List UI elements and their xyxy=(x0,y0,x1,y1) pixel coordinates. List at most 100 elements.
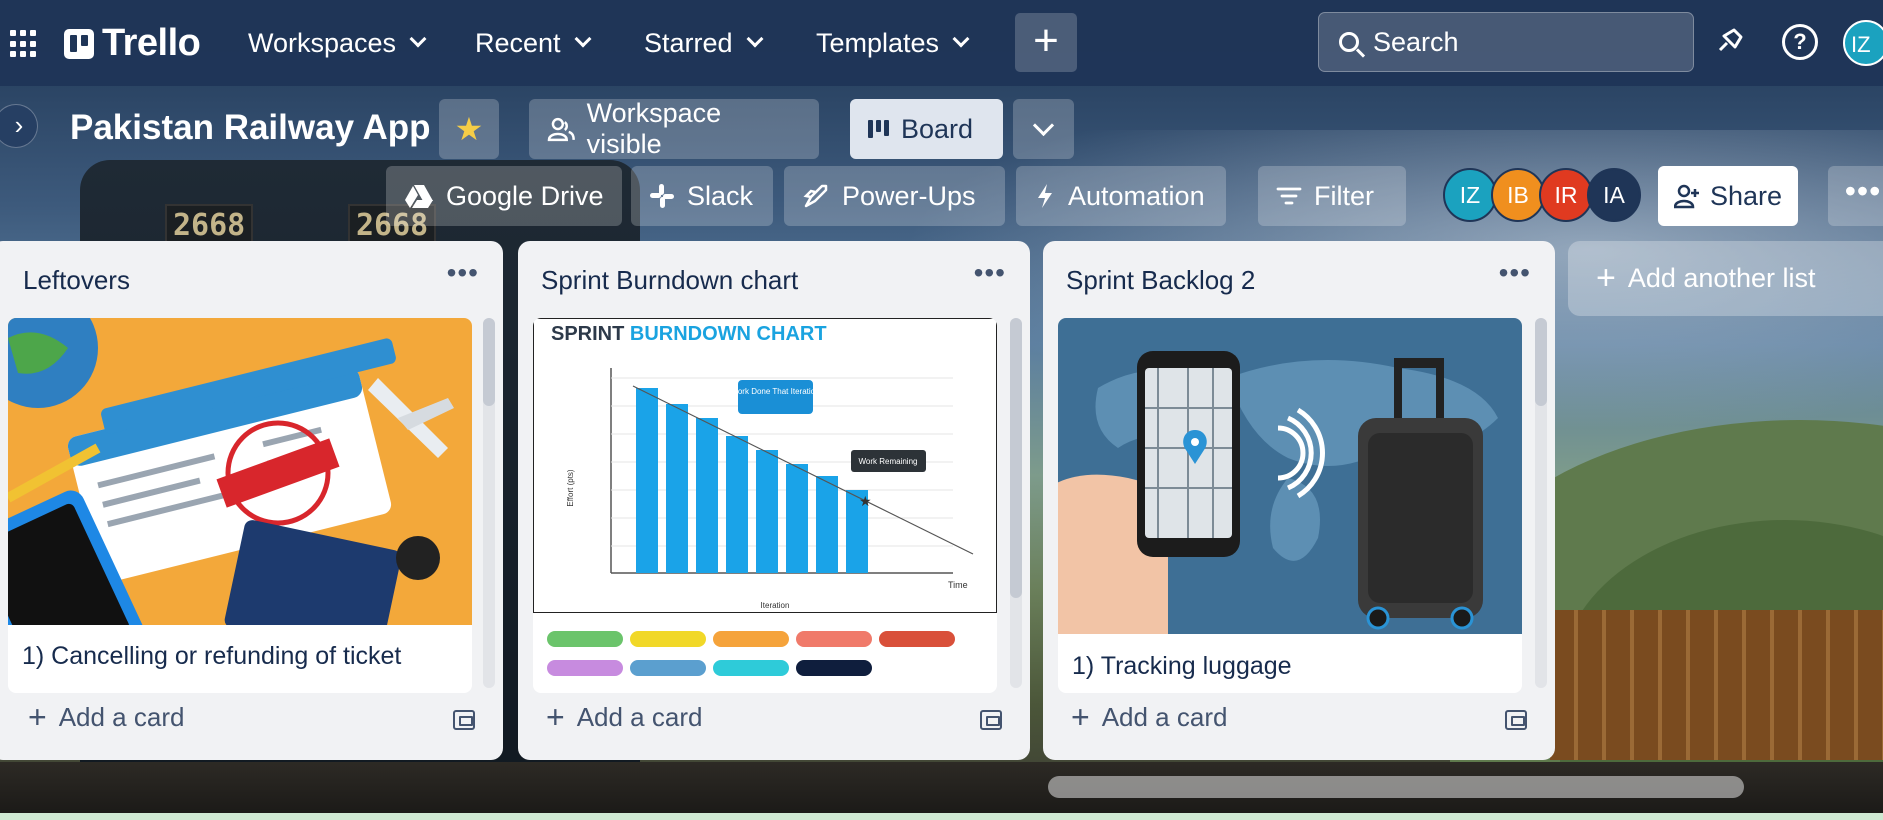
slack-label: Slack xyxy=(687,180,754,211)
automation-button[interactable]: Automation xyxy=(1016,166,1226,226)
trello-logo[interactable]: Trello xyxy=(64,22,201,65)
search-box[interactable] xyxy=(1318,12,1694,72)
nav-label: Templates xyxy=(816,27,940,58)
list-title[interactable]: Sprint Backlog 2 xyxy=(1066,265,1255,296)
lightning-icon xyxy=(1038,184,1052,208)
board-menu-button[interactable]: ••• xyxy=(1828,166,1883,226)
nav-starred-dropdown[interactable]: Starred xyxy=(638,22,767,64)
card-template-icon[interactable] xyxy=(1505,710,1527,730)
google-drive-icon xyxy=(405,185,433,208)
card-label xyxy=(796,660,872,676)
power-ups-label: Power-Ups xyxy=(842,180,976,211)
share-button[interactable]: Share xyxy=(1658,166,1798,226)
add-list-button[interactable]: + Add another list xyxy=(1568,241,1883,316)
notifications-icon[interactable] xyxy=(1712,24,1748,60)
chevron-down-icon xyxy=(574,30,592,48)
chevron-down-icon xyxy=(952,30,970,48)
help-icon[interactable]: ? xyxy=(1782,24,1818,60)
card[interactable]: 1) Tracking luggage xyxy=(1058,318,1522,693)
rocket-icon xyxy=(803,184,828,208)
logo-text: Trello xyxy=(102,22,201,64)
user-avatar[interactable]: IZ xyxy=(1843,20,1883,66)
list-sprint-burndown-chart: Sprint Burndown chart ••• SPRINT BURNDOW… xyxy=(518,241,1030,760)
list-scrollbar-thumb[interactable] xyxy=(1010,318,1022,598)
add-card-label: Add a card xyxy=(576,702,703,732)
member-avatar[interactable]: IA xyxy=(1587,168,1641,222)
nav-templates-dropdown[interactable]: Templates xyxy=(810,22,973,64)
create-button[interactable]: + xyxy=(1015,13,1077,72)
burndown-xlabel: Iteration xyxy=(761,601,790,610)
add-person-icon xyxy=(1673,184,1699,209)
trello-logo-icon xyxy=(64,28,94,59)
app-switcher-icon[interactable] xyxy=(10,30,38,58)
star-board-button[interactable]: ★ xyxy=(439,99,499,159)
burndown-time-label: Time xyxy=(948,580,968,590)
card-label xyxy=(879,631,955,647)
card-template-icon[interactable] xyxy=(453,710,475,730)
nav-workspaces-dropdown[interactable]: Workspaces xyxy=(242,22,430,64)
google-drive-label: Google Drive xyxy=(446,180,604,211)
plus-icon: + xyxy=(1071,699,1090,735)
power-ups-button[interactable]: Power-Ups xyxy=(784,166,1005,226)
card-title: 1) Tracking luggage xyxy=(1072,652,1292,680)
slack-icon xyxy=(650,184,674,208)
card-cover-image: SPRINT BURNDOWN CHART ★ Work Done That I… xyxy=(533,318,997,613)
nav-label: Starred xyxy=(644,27,733,58)
nav-label: Workspaces xyxy=(248,27,397,58)
card-cover-image xyxy=(8,318,472,625)
board-view-button[interactable]: Board xyxy=(850,99,1003,159)
board-view-icon xyxy=(868,120,889,138)
filter-button[interactable]: Filter xyxy=(1258,166,1406,226)
background-train xyxy=(1550,610,1883,760)
svg-text:SPRINT BURNDOWN CHART: SPRINT BURNDOWN CHART xyxy=(551,323,827,345)
list-menu-button[interactable]: ••• xyxy=(1499,257,1531,289)
svg-text:★: ★ xyxy=(859,493,872,509)
card-label xyxy=(796,631,872,647)
board-title[interactable]: Pakistan Railway App xyxy=(70,108,431,148)
add-card-button[interactable]: + Add a card xyxy=(1071,699,1227,736)
card-template-icon[interactable] xyxy=(980,710,1002,730)
add-card-label: Add a card xyxy=(58,702,185,732)
people-icon xyxy=(547,117,575,142)
member-avatar[interactable]: IR xyxy=(1539,168,1593,222)
visibility-button[interactable]: Workspace visible xyxy=(529,98,819,159)
board-horizontal-scrollbar[interactable] xyxy=(1048,776,1744,798)
card-label xyxy=(713,631,789,647)
list-menu-button[interactable]: ••• xyxy=(974,257,1006,289)
list-menu-button[interactable]: ••• xyxy=(447,257,479,289)
card[interactable]: 1) Cancelling or refunding of ticket xyxy=(8,318,472,693)
plus-icon: + xyxy=(546,699,565,735)
list-leftovers: Leftovers ••• 1) Cancelling or refunding… xyxy=(0,241,503,760)
chevron-down-icon xyxy=(1032,114,1055,136)
list-scrollbar-thumb[interactable] xyxy=(483,318,495,406)
share-label: Share xyxy=(1709,180,1783,211)
slack-button[interactable]: Slack xyxy=(631,166,773,226)
list-scrollbar-thumb[interactable] xyxy=(1535,318,1547,406)
card[interactable]: SPRINT BURNDOWN CHART ★ Work Done That I… xyxy=(533,318,997,693)
search-input[interactable] xyxy=(1373,26,1673,58)
burndown-ylabel: Effort (pts) xyxy=(566,469,575,507)
google-drive-button[interactable]: Google Drive xyxy=(386,166,622,226)
visibility-label: Workspace visible xyxy=(586,98,722,159)
top-navigation-bar: Trello Workspaces Recent Starred Templat… xyxy=(0,0,1883,86)
card-title: 1) Cancelling or refunding of ticket xyxy=(22,642,402,670)
burndown-bubble-2: Work Remaining xyxy=(859,457,918,466)
add-card-label: Add a card xyxy=(1101,702,1228,732)
card-label xyxy=(547,631,623,647)
filter-label: Filter xyxy=(1314,180,1374,211)
chevron-down-icon xyxy=(746,30,764,48)
plus-icon: + xyxy=(1596,259,1616,297)
add-list-label: Add another list xyxy=(1627,263,1816,293)
search-icon xyxy=(1339,32,1359,52)
card-label xyxy=(630,660,706,676)
add-card-button[interactable]: + Add a card xyxy=(546,699,702,736)
add-card-button[interactable]: + Add a card xyxy=(28,699,184,736)
list-title[interactable]: Leftovers xyxy=(23,265,130,296)
view-switcher-dropdown[interactable] xyxy=(1013,99,1074,159)
member-avatar[interactable]: IZ xyxy=(1443,168,1497,222)
board-view-label: Board xyxy=(901,113,974,144)
member-avatar[interactable]: IB xyxy=(1491,168,1545,222)
nav-recent-dropdown[interactable]: Recent xyxy=(469,22,595,64)
list-title[interactable]: Sprint Burndown chart xyxy=(541,265,798,296)
chevron-down-icon xyxy=(409,30,427,48)
